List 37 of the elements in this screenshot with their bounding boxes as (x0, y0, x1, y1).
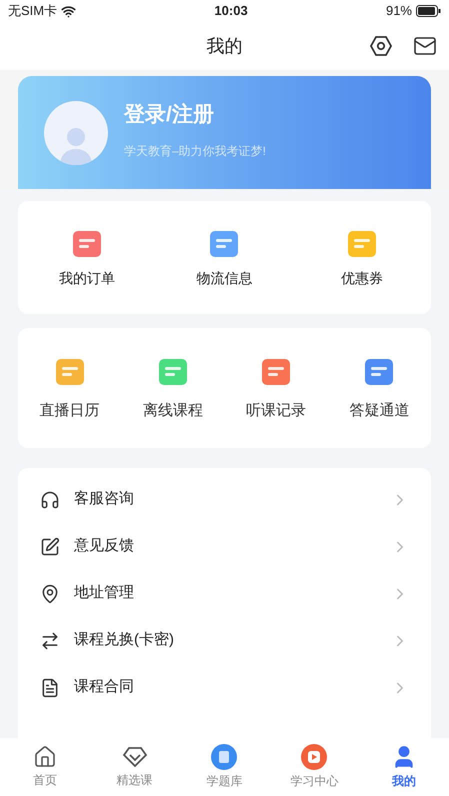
menu-item[interactable]: 课程兑换(卡密) (18, 617, 431, 664)
tab-item[interactable]: 首页 (0, 738, 90, 796)
service-shortcut[interactable]: 答疑通道 (328, 354, 431, 422)
settings-icon (369, 34, 393, 58)
edit-icon (40, 536, 60, 556)
order-shortcut[interactable]: 优惠券 (293, 226, 431, 290)
message-button[interactable] (413, 34, 437, 58)
order-shortcut[interactable]: 物流信息 (156, 226, 294, 290)
diamond-icon (122, 745, 148, 769)
wifi-icon (61, 4, 76, 18)
home-icon (32, 745, 57, 769)
tab-item[interactable]: 我的 (359, 738, 449, 796)
location-pin-icon (40, 584, 60, 604)
book-icon (211, 744, 238, 770)
mail-icon (413, 34, 437, 58)
play-icon (301, 744, 328, 770)
service-shortcut[interactable]: 听课记录 (224, 354, 328, 422)
clock-text: 10:03 (214, 2, 248, 20)
exchange-icon (40, 630, 60, 650)
menu-item[interactable]: 课程合同 (18, 664, 431, 711)
slogan-text: 学天教育–助力你我考证梦! (124, 143, 266, 160)
page-title: 我的 (206, 34, 242, 58)
menu-item[interactable]: 意见反馈 (18, 523, 431, 570)
tab-item[interactable]: 精选课 (90, 738, 180, 796)
battery-text: 91% (386, 2, 412, 20)
order-shortcut[interactable]: 我的订单 (18, 226, 156, 290)
carrier-text: 无SIM卡 (8, 2, 58, 20)
document-icon (40, 678, 60, 698)
service-shortcut[interactable]: 离线课程 (121, 354, 224, 422)
menu-item[interactable]: 地址管理 (18, 570, 431, 617)
tab-item[interactable]: 学题库 (180, 738, 270, 796)
tab-item[interactable]: 学习中心 (269, 738, 360, 796)
menu-item[interactable]: 客服咨询 (18, 476, 431, 523)
settings-button[interactable] (369, 34, 393, 58)
headset-icon (40, 490, 60, 510)
service-shortcut[interactable]: 直播日历 (18, 354, 122, 422)
battery-icon (416, 5, 441, 17)
